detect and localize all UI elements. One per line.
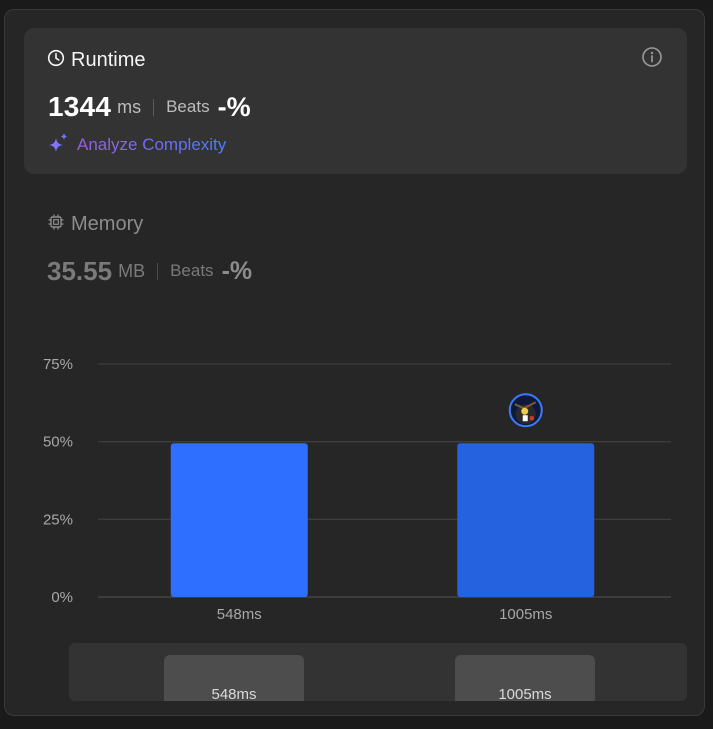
user-avatar-marker[interactable]: [508, 393, 543, 428]
memory-value: 35.55: [47, 255, 113, 286]
memory-beats-value: -%: [221, 256, 253, 285]
sparkle-icon: [47, 132, 69, 159]
memory-value-row: 35.55 MB Beats -%: [47, 254, 252, 288]
divider: [153, 98, 155, 116]
memory-beats-label: Beats: [170, 261, 214, 280]
memory-title: Memory: [71, 212, 144, 235]
memory-unit: MB: [118, 260, 146, 281]
analyze-complexity-button[interactable]: Analyze Complexity: [47, 132, 227, 159]
memory-header[interactable]: Memory: [47, 212, 143, 236]
runtime-beats-value: -%: [217, 91, 251, 122]
clock-icon: [47, 49, 65, 72]
distribution-scroller[interactable]: 548ms 1005ms: [69, 643, 687, 701]
scroller-bar-item[interactable]: 548ms: [164, 655, 304, 701]
runtime-beats-label: Beats: [166, 97, 210, 116]
analyze-complexity-label: Analyze Complexity: [77, 135, 227, 154]
runtime-card[interactable]: Runtime 1344 ms Beats -% Analyze Complex…: [24, 28, 687, 174]
runtime-unit: ms: [117, 96, 142, 117]
runtime-value-row: 1344 ms Beats -%: [48, 90, 251, 124]
runtime-header: Runtime: [47, 48, 145, 72]
runtime-value: 1344: [48, 91, 112, 122]
info-icon[interactable]: [641, 46, 663, 68]
chip-icon: [47, 213, 65, 236]
divider: [157, 262, 159, 280]
scroller-bar-item[interactable]: 1005ms: [455, 655, 595, 701]
runtime-title: Runtime: [71, 48, 146, 71]
